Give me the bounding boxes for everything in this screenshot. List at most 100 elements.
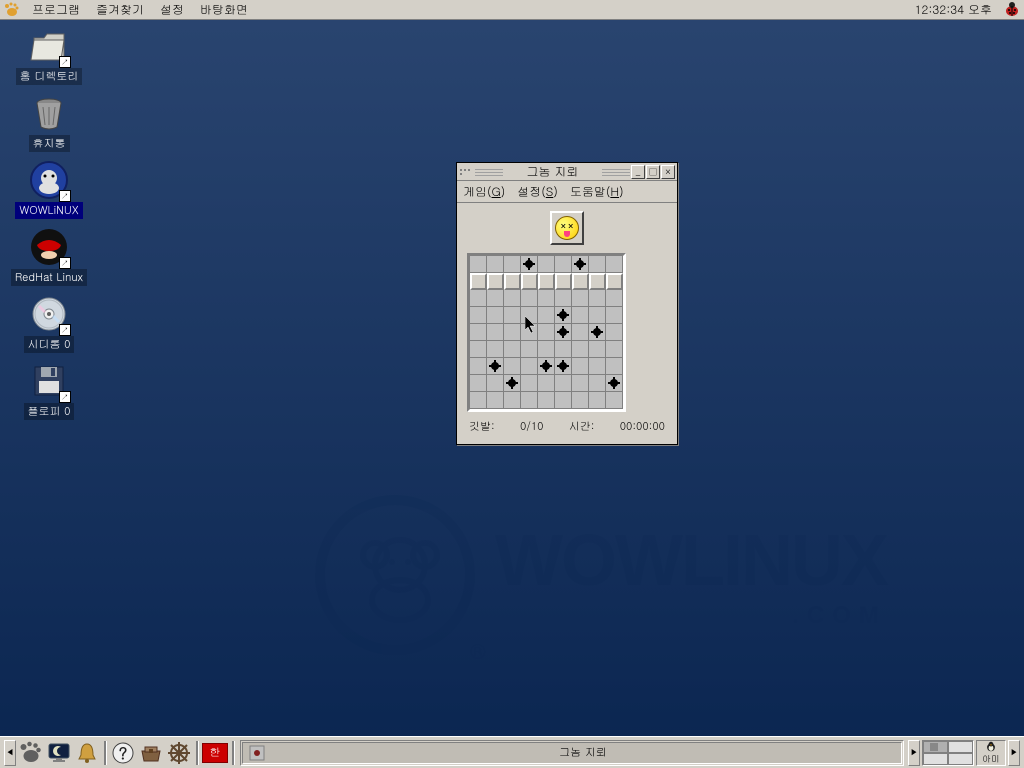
mine-cell[interactable]: [487, 256, 504, 273]
clock[interactable]: 12:32:34 오후: [907, 1, 1000, 18]
mine-cell[interactable]: [538, 256, 555, 273]
minefield[interactable]: [467, 253, 626, 412]
mine-cell[interactable]: [487, 307, 504, 324]
mine-cell[interactable]: [606, 324, 623, 341]
menu-help[interactable]: 도움말(H): [570, 183, 624, 200]
launcher-wheel[interactable]: [166, 740, 192, 766]
workspace-3[interactable]: [923, 753, 948, 765]
mine-cell[interactable]: [521, 256, 538, 273]
mine-cell[interactable]: [606, 256, 623, 273]
mine-cell[interactable]: [572, 273, 589, 290]
mine-cell[interactable]: [572, 375, 589, 392]
window-grip-icon[interactable]: [459, 165, 473, 179]
panel-hide-left-button[interactable]: ◀: [4, 740, 16, 766]
mine-cell[interactable]: [606, 307, 623, 324]
mine-cell[interactable]: [538, 392, 555, 409]
desktop-icon-trash[interactable]: 휴지통: [4, 91, 94, 154]
menu-settings[interactable]: 설정(S): [517, 183, 558, 200]
mine-cell[interactable]: [572, 256, 589, 273]
mine-cell[interactable]: [538, 341, 555, 358]
mine-cell[interactable]: [555, 307, 572, 324]
mine-cell[interactable]: [521, 324, 538, 341]
mine-cell[interactable]: [606, 375, 623, 392]
panel-scroll-button[interactable]: ▶: [908, 740, 920, 766]
mine-cell[interactable]: [504, 375, 521, 392]
menu-favorites[interactable]: 즐겨찾기: [88, 0, 152, 20]
launcher-toolbox[interactable]: [138, 740, 164, 766]
panel-hide-right-button[interactable]: ▶: [1008, 740, 1020, 766]
mine-cell[interactable]: [504, 256, 521, 273]
mine-cell[interactable]: [504, 307, 521, 324]
mine-cell[interactable]: [504, 324, 521, 341]
mine-cell[interactable]: [589, 324, 606, 341]
titlebar[interactable]: 그놈 지뢰 _ □ ×: [457, 163, 677, 181]
mine-cell[interactable]: [555, 358, 572, 375]
mine-cell[interactable]: [572, 324, 589, 341]
mine-cell[interactable]: [504, 392, 521, 409]
minimize-button[interactable]: _: [631, 165, 645, 179]
mine-cell[interactable]: [555, 256, 572, 273]
smiley-button[interactable]: × ×: [550, 211, 584, 245]
mine-cell[interactable]: [521, 341, 538, 358]
desktop-icon-redhat[interactable]: ↗ RedHat Linux: [4, 225, 94, 288]
mine-cell[interactable]: [555, 375, 572, 392]
launcher-help[interactable]: ?: [110, 740, 136, 766]
mine-cell[interactable]: [487, 290, 504, 307]
mine-cell[interactable]: [487, 341, 504, 358]
mine-cell[interactable]: [589, 273, 606, 290]
mine-cell[interactable]: [487, 358, 504, 375]
workspace-2[interactable]: [948, 741, 973, 753]
mine-cell[interactable]: [555, 273, 572, 290]
mine-cell[interactable]: [470, 358, 487, 375]
mine-cell[interactable]: [538, 290, 555, 307]
mine-cell[interactable]: [606, 358, 623, 375]
mine-cell[interactable]: [589, 256, 606, 273]
menu-game[interactable]: 게임(G): [463, 183, 505, 200]
mine-cell[interactable]: [572, 290, 589, 307]
mine-cell[interactable]: [555, 341, 572, 358]
mine-cell[interactable]: [470, 375, 487, 392]
mine-cell[interactable]: [470, 290, 487, 307]
mine-cell[interactable]: [606, 290, 623, 307]
ime-hangul-button[interactable]: 한: [202, 743, 228, 763]
mine-cell[interactable]: [589, 358, 606, 375]
mine-cell[interactable]: [470, 341, 487, 358]
desktop-icon-wowlinux[interactable]: ↗ WOWLiNUX: [4, 158, 94, 221]
mine-cell[interactable]: [521, 290, 538, 307]
mine-cell[interactable]: [606, 392, 623, 409]
mine-cell[interactable]: [470, 392, 487, 409]
mine-cell[interactable]: [589, 290, 606, 307]
mine-cell[interactable]: [606, 341, 623, 358]
mine-cell[interactable]: [572, 307, 589, 324]
mine-cell[interactable]: [572, 392, 589, 409]
mine-cell[interactable]: [504, 341, 521, 358]
mine-cell[interactable]: [504, 273, 521, 290]
mine-cell[interactable]: [589, 307, 606, 324]
menu-programs[interactable]: 프로그램: [24, 0, 88, 20]
ladybug-icon[interactable]: [1004, 2, 1020, 18]
mine-cell[interactable]: [555, 290, 572, 307]
desktop-icon-floppy[interactable]: ↗ 플로피 0: [4, 359, 94, 422]
ami-applet[interactable]: 아미: [976, 740, 1006, 766]
mine-cell[interactable]: [521, 307, 538, 324]
mine-cell[interactable]: [521, 375, 538, 392]
mine-cell[interactable]: [470, 307, 487, 324]
launcher-screensaver[interactable]: [46, 740, 72, 766]
mine-cell[interactable]: [589, 375, 606, 392]
mine-cell[interactable]: [521, 273, 538, 290]
mine-cell[interactable]: [589, 392, 606, 409]
mine-cell[interactable]: [538, 358, 555, 375]
mine-cell[interactable]: [589, 341, 606, 358]
desktop-icon-cdrom[interactable]: ↗ 시디롬 0: [4, 292, 94, 355]
mine-cell[interactable]: [555, 392, 572, 409]
mine-cell[interactable]: [504, 290, 521, 307]
mine-cell[interactable]: [521, 392, 538, 409]
mine-cell[interactable]: [538, 375, 555, 392]
mine-cell[interactable]: [572, 341, 589, 358]
maximize-button[interactable]: □: [646, 165, 660, 179]
mine-cell[interactable]: [487, 324, 504, 341]
mine-cell[interactable]: [470, 256, 487, 273]
launcher-bell[interactable]: [74, 740, 100, 766]
mine-cell[interactable]: [487, 392, 504, 409]
mine-cell[interactable]: [538, 324, 555, 341]
